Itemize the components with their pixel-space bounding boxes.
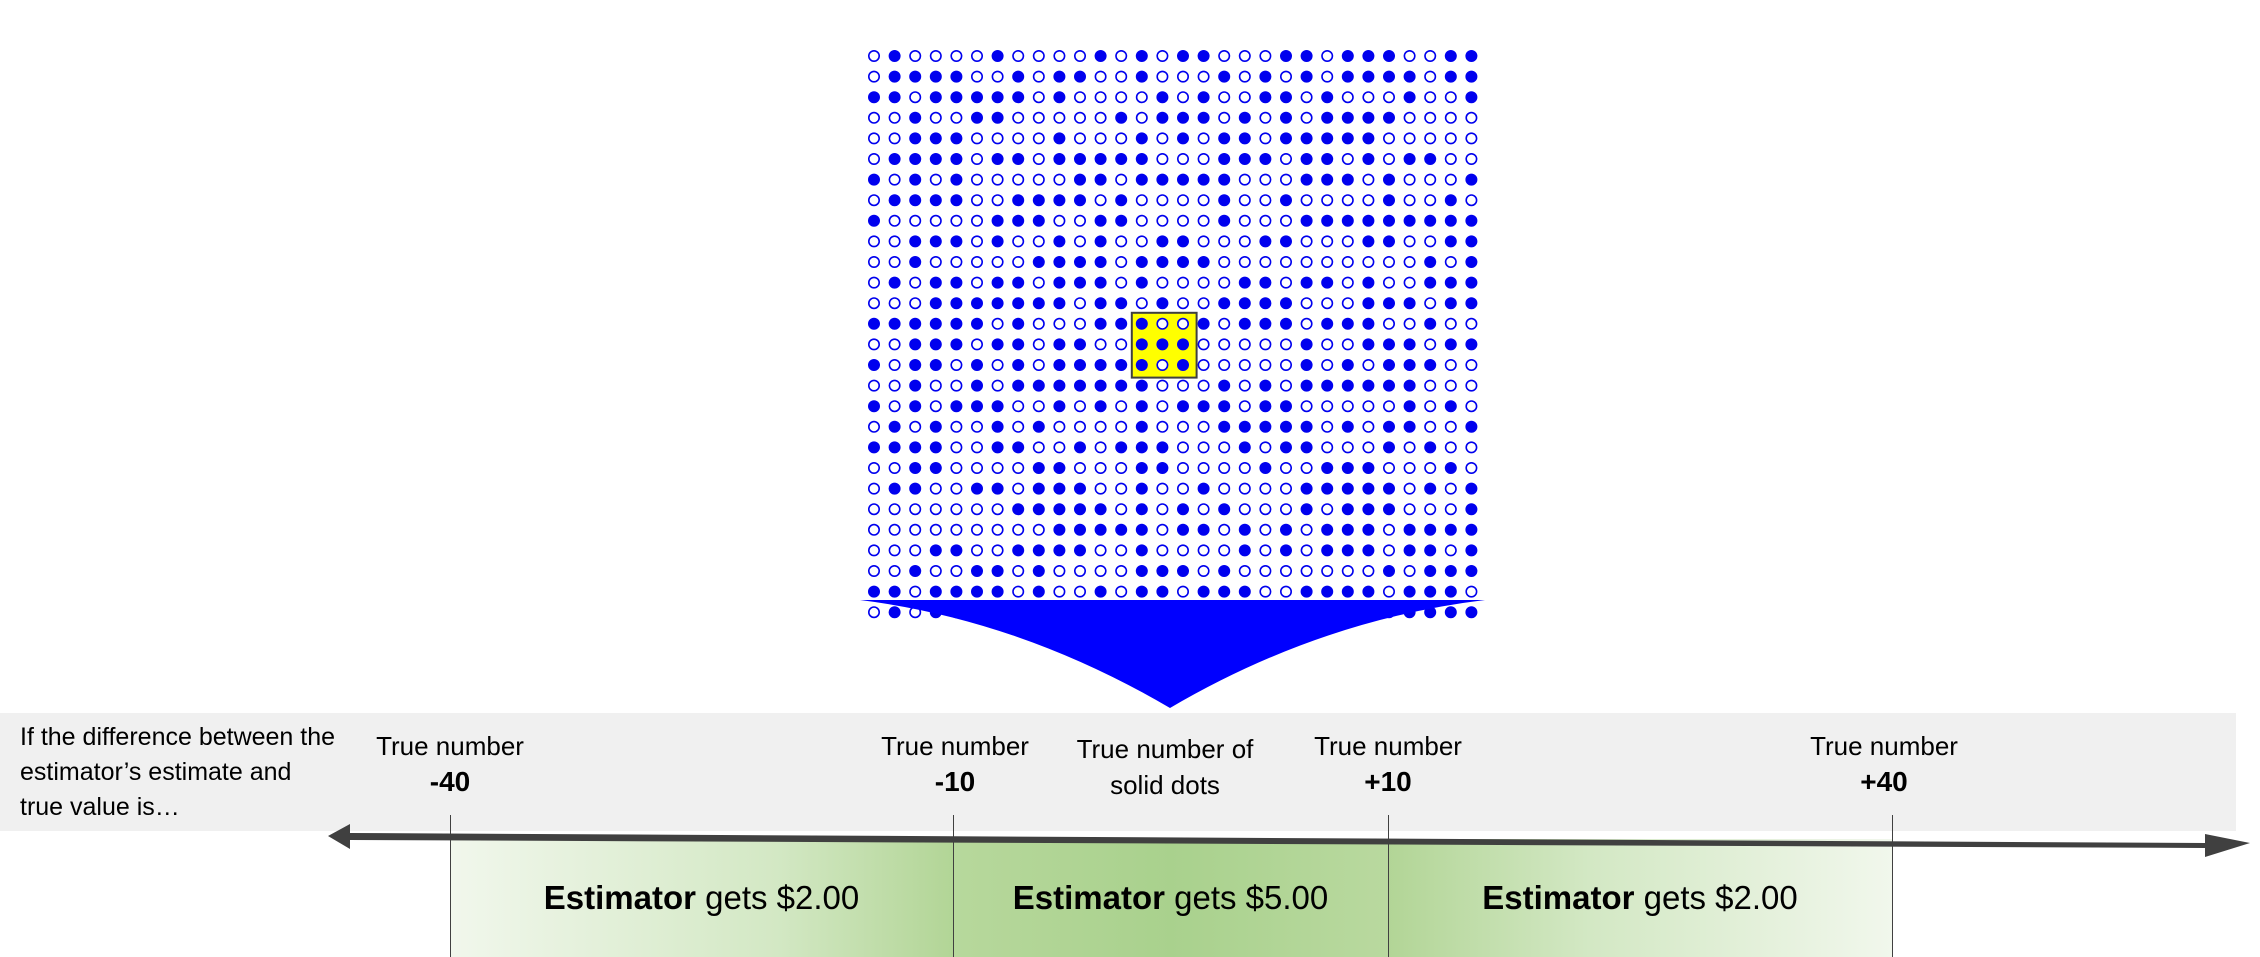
number-line: [328, 824, 2250, 857]
